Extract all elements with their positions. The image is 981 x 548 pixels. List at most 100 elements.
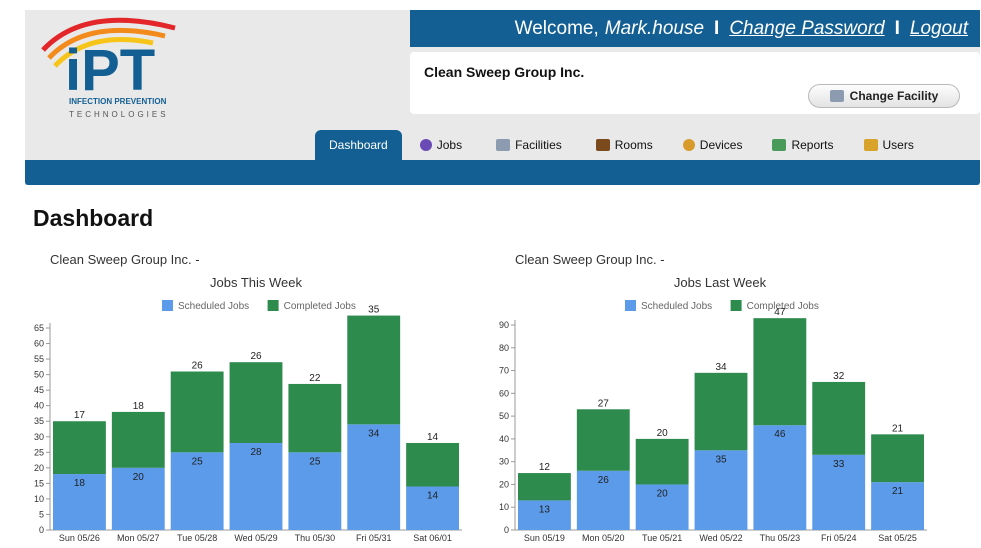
welcome-bar: Welcome, Mark.house I Change Password I … xyxy=(410,10,980,47)
value-label-completed: 34 xyxy=(715,362,727,373)
username: Mark.house xyxy=(604,17,705,39)
bar-scheduled[interactable] xyxy=(753,425,807,530)
y-tick-label: 70 xyxy=(499,366,509,376)
welcome-label: Welcome, xyxy=(514,17,599,39)
x-tick-label: Fri 05/31 xyxy=(356,533,392,543)
tab-label: Users xyxy=(882,138,914,152)
chart-jobs-last-week: Clean Sweep Group Inc. - Jobs Last Week Sc… xyxy=(495,250,935,548)
value-label-completed: 14 xyxy=(427,432,439,443)
tab-jobs[interactable]: Jobs xyxy=(408,130,474,160)
chart-title: Jobs Last Week xyxy=(674,275,767,290)
bar-completed[interactable] xyxy=(347,315,401,425)
value-label-scheduled: 46 xyxy=(774,429,786,440)
tab-reports[interactable]: Reports xyxy=(760,130,845,160)
chart-jobs-this-week: Clean Sweep Group Inc. - Jobs This Week Sc… xyxy=(30,250,470,548)
y-tick-label: 35 xyxy=(34,416,44,426)
change-password-link[interactable]: Change Password xyxy=(729,18,884,40)
x-tick-label: Thu 05/30 xyxy=(295,533,336,543)
bar-completed[interactable] xyxy=(753,318,807,426)
x-tick-label: Thu 05/23 xyxy=(760,533,801,543)
bar-completed[interactable] xyxy=(812,381,866,455)
bar-completed[interactable] xyxy=(170,371,224,453)
value-label-scheduled: 25 xyxy=(309,456,321,467)
bar-scheduled[interactable] xyxy=(347,424,401,530)
y-tick-label: 90 xyxy=(499,320,509,330)
value-label-completed: 47 xyxy=(774,307,786,318)
y-tick-label: 20 xyxy=(499,479,509,489)
x-tick-label: Tue 05/21 xyxy=(642,533,682,543)
legend-swatch xyxy=(162,300,173,311)
x-tick-label: Tue 05/28 xyxy=(177,533,217,543)
page-title: Dashboard xyxy=(33,205,154,231)
nav-bar xyxy=(25,160,980,185)
tab-dashboard[interactable]: Dashboard xyxy=(315,130,402,160)
users-icon xyxy=(863,139,878,151)
tab-facilities[interactable]: Facilities xyxy=(484,130,574,160)
value-label-scheduled: 18 xyxy=(74,478,86,489)
value-label-completed: 12 xyxy=(539,462,551,473)
y-tick-label: 25 xyxy=(34,447,44,457)
building-icon xyxy=(829,90,844,102)
tab-users[interactable]: Users xyxy=(852,130,926,160)
bar-completed[interactable] xyxy=(53,421,106,475)
legend-label: Completed Jobs xyxy=(284,301,356,312)
bar-completed[interactable] xyxy=(288,383,342,453)
value-label-completed: 20 xyxy=(657,428,669,439)
y-tick-label: 40 xyxy=(34,401,44,411)
value-label-scheduled: 14 xyxy=(427,490,439,501)
bar-completed[interactable] xyxy=(406,442,459,487)
ipt-logo[interactable]: iPT INFECTION PREVENTION TECHNOLOGIES xyxy=(25,10,225,130)
bar-completed[interactable] xyxy=(111,411,165,468)
legend-swatch xyxy=(625,300,636,311)
y-tick-label: 65 xyxy=(34,323,44,333)
facility-panel: Clean Sweep Group Inc. Change Facility xyxy=(410,52,980,114)
value-label-completed: 26 xyxy=(250,351,262,362)
value-label-scheduled: 28 xyxy=(250,447,262,458)
value-label-scheduled: 34 xyxy=(368,428,380,439)
logout-link[interactable]: Logout xyxy=(910,18,968,40)
bar-completed[interactable] xyxy=(635,438,689,485)
logo-wordmark: iPT xyxy=(65,38,155,103)
value-label-completed: 22 xyxy=(309,373,321,384)
y-tick-label: 30 xyxy=(499,457,509,467)
tab-devices[interactable]: Devices xyxy=(671,130,755,160)
y-tick-label: 55 xyxy=(34,354,44,364)
bar-completed[interactable] xyxy=(576,409,630,471)
value-label-scheduled: 13 xyxy=(539,504,551,515)
value-label-scheduled: 20 xyxy=(133,472,145,483)
legend-label: Scheduled Jobs xyxy=(178,301,249,312)
value-label-scheduled: 25 xyxy=(192,456,204,467)
rooms-icon xyxy=(595,139,610,151)
y-tick-label: 50 xyxy=(499,411,509,421)
y-tick-label: 5 xyxy=(39,509,44,519)
change-facility-button[interactable]: Change Facility xyxy=(808,84,960,108)
value-label-completed: 35 xyxy=(368,305,380,316)
x-tick-label: Sun 05/26 xyxy=(59,533,100,543)
y-tick-label: 40 xyxy=(499,434,509,444)
facility-name: Clean Sweep Group Inc. xyxy=(424,64,585,80)
value-label-completed: 17 xyxy=(74,410,86,421)
tab-rooms[interactable]: Rooms xyxy=(584,130,665,160)
bar-completed[interactable] xyxy=(694,372,748,451)
y-tick-label: 0 xyxy=(39,525,44,535)
x-tick-label: Mon 05/20 xyxy=(582,533,625,543)
y-tick-label: 60 xyxy=(499,388,509,398)
legend-swatch xyxy=(730,300,742,311)
y-tick-label: 60 xyxy=(34,339,44,349)
bar-completed[interactable] xyxy=(229,362,283,443)
x-tick-label: Sat 06/01 xyxy=(413,533,452,543)
value-label-completed: 18 xyxy=(133,401,145,412)
bar-completed[interactable] xyxy=(518,473,571,501)
main-nav: Dashboard Jobs Facilities Rooms Devices … xyxy=(315,130,926,160)
facilities-icon xyxy=(496,139,511,151)
value-label-scheduled: 26 xyxy=(598,475,610,486)
value-label-scheduled: 20 xyxy=(657,488,669,499)
x-tick-label: Wed 05/22 xyxy=(699,533,742,543)
y-tick-label: 45 xyxy=(34,385,44,395)
devices-icon xyxy=(682,139,695,151)
y-tick-label: 10 xyxy=(499,502,509,512)
x-tick-label: Sun 05/19 xyxy=(524,533,565,543)
bar-completed[interactable] xyxy=(871,434,924,483)
chart-subtitle: Clean Sweep Group Inc. - xyxy=(515,252,665,267)
value-label-completed: 32 xyxy=(833,371,845,382)
